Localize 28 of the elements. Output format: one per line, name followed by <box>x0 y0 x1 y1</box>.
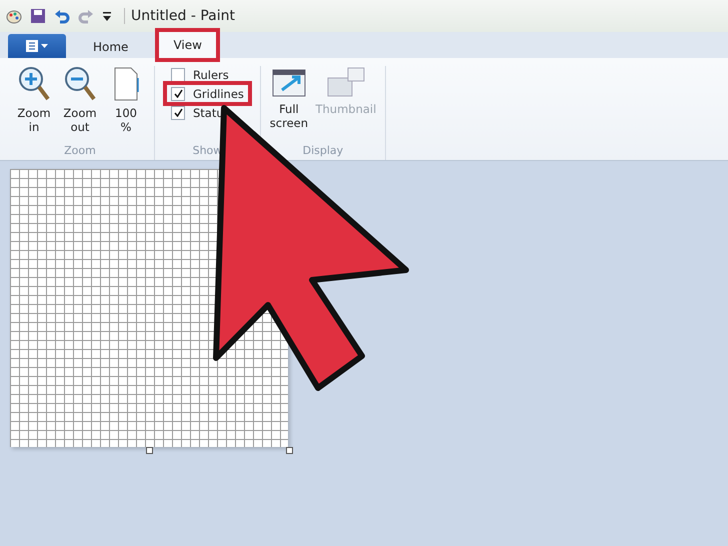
ribbon-button[interactable]: 100 % <box>106 66 146 144</box>
dropdown-icon[interactable] <box>102 10 112 22</box>
menu-icon <box>25 39 49 53</box>
save-icon[interactable] <box>30 8 46 24</box>
checkbox[interactable] <box>171 68 185 82</box>
zoom-out-icon <box>64 66 96 102</box>
option-label: Rulers <box>193 68 229 82</box>
group-label: Zoom <box>64 144 96 159</box>
window-title: Untitled - Paint <box>124 8 235 24</box>
ribbon-tab[interactable]: View <box>155 28 220 62</box>
undo-icon[interactable] <box>54 8 70 24</box>
checkbox[interactable] <box>171 106 185 120</box>
ribbon-button[interactable]: Zoom in <box>14 66 54 144</box>
check-icon <box>174 108 182 117</box>
resize-handle[interactable] <box>146 447 153 454</box>
thumbnail-icon <box>326 66 366 98</box>
checkbox-option[interactable]: Gridlines <box>163 81 252 106</box>
file-menu-button[interactable] <box>8 34 66 58</box>
checkbox[interactable] <box>171 86 185 100</box>
zoom-in-icon <box>18 66 50 102</box>
ribbon-button[interactable]: Full screen <box>268 66 309 144</box>
ribbon-button[interactable]: Zoom out <box>60 66 100 144</box>
group-label: Display <box>302 144 344 159</box>
ribbon-tab[interactable]: Home <box>78 34 144 58</box>
resize-handle[interactable] <box>286 447 293 454</box>
option-label: Gridlines <box>193 86 244 100</box>
palette-icon[interactable] <box>6 8 22 24</box>
check-icon <box>174 89 182 98</box>
